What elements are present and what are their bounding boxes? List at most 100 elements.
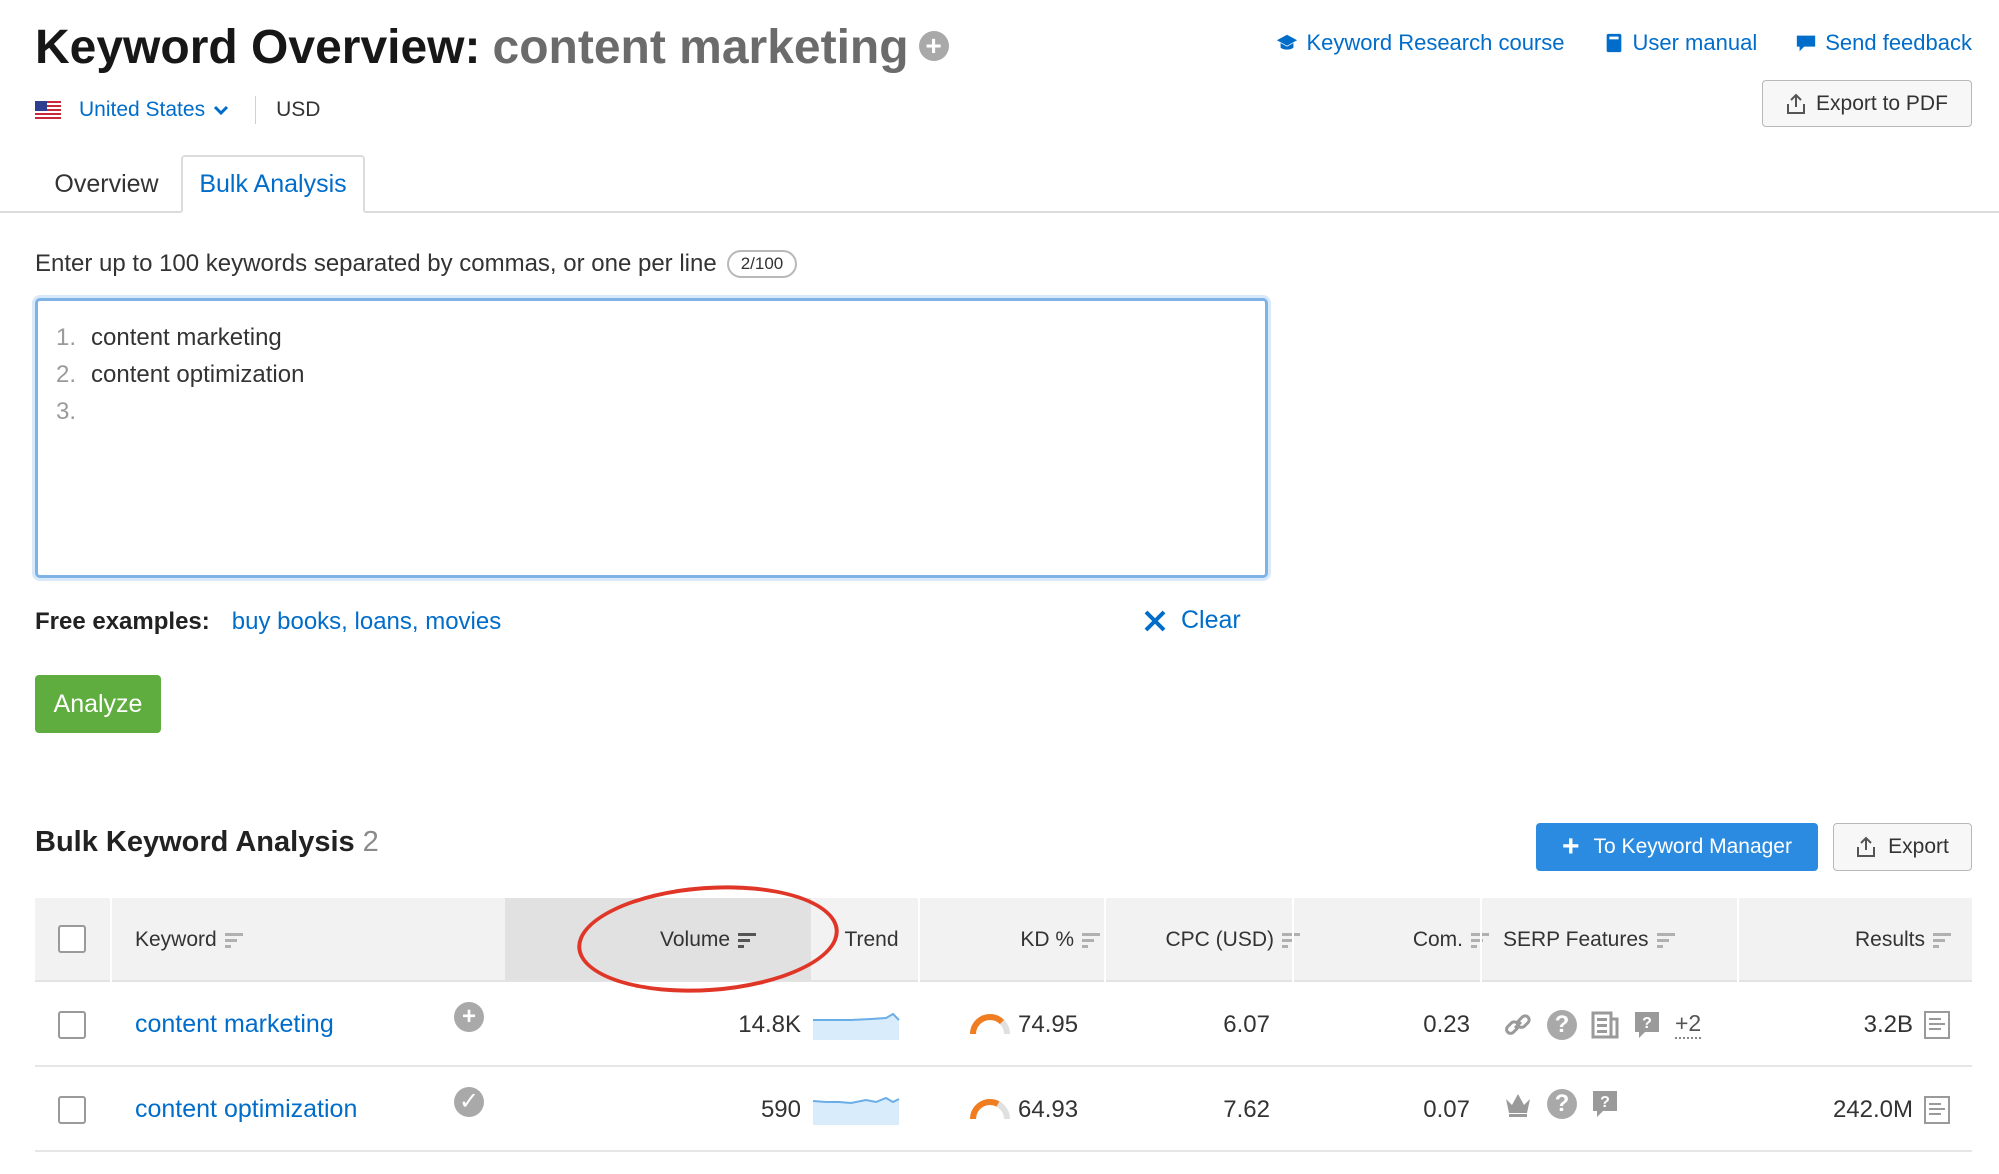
feedback-link-label: Send feedback <box>1825 30 1972 55</box>
top-links: Keyword Research course User manual Send… <box>1276 30 1972 56</box>
keyword-header-label: Keyword <box>135 928 217 951</box>
plus-icon: + <box>1562 830 1580 863</box>
page-title-label: Keyword Overview: <box>35 21 481 74</box>
add-to-list-icon[interactable]: + <box>918 31 949 62</box>
faq-icon[interactable]: ? <box>1591 1089 1619 1119</box>
difficulty-gauge-icon <box>970 1013 1010 1034</box>
tab-overview[interactable]: Overview <box>35 155 178 213</box>
book-icon <box>1606 33 1621 53</box>
chat-bubble-icon <box>1797 35 1816 52</box>
line-number: 1. <box>56 323 77 351</box>
export-pdf-label: Export to PDF <box>1816 91 1948 115</box>
line-number: 2. <box>56 360 77 388</box>
table-row: content marketing + 14.8K 74.95 6.07 0.2… <box>35 982 1972 1067</box>
select-all-checkbox[interactable] <box>58 925 86 953</box>
column-header-cpc[interactable]: CPC (USD) <box>1106 898 1300 982</box>
com-value: 0.07 <box>1423 1095 1470 1123</box>
results-title-label: Bulk Keyword Analysis <box>35 826 355 858</box>
results-title: Bulk Keyword Analysis 2 <box>35 826 379 859</box>
column-header-trend: Trend <box>825 898 918 982</box>
column-header-results[interactable]: Results <box>1739 898 1951 982</box>
user-manual-link[interactable]: User manual <box>1603 30 1758 56</box>
column-header-com[interactable]: Com. <box>1294 898 1489 982</box>
table-row: content optimization ✓ 590 64.93 7.62 0.… <box>35 1067 1972 1152</box>
table-header: Keyword Volume Trend KD % CPC (USD) Com.… <box>35 898 1972 982</box>
svg-text:?: ? <box>1600 1094 1610 1111</box>
sort-icon <box>1933 932 1951 948</box>
trend-sparkline-icon[interactable] <box>811 1008 901 1042</box>
manual-link-label: User manual <box>1632 30 1758 55</box>
add-circle-icon[interactable]: + <box>454 1001 484 1032</box>
column-header-kd[interactable]: KD % <box>920 898 1100 982</box>
sort-icon <box>224 932 243 948</box>
kd-header-label: KD % <box>1020 928 1074 951</box>
keywords-textarea[interactable]: 1. content marketing 2. content optimiza… <box>35 298 1268 578</box>
difficulty-gauge-icon <box>970 1098 1010 1119</box>
to-keyword-manager-button[interactable]: + To Keyword Manager <box>1536 823 1818 871</box>
row-checkbox[interactable] <box>58 1095 86 1124</box>
serp-snapshot-icon[interactable] <box>1923 1010 1951 1040</box>
upload-icon <box>1787 93 1806 114</box>
sort-icon <box>1082 932 1100 948</box>
divider <box>255 96 257 124</box>
country-selector[interactable]: United States <box>35 98 229 122</box>
com-header-label: Com. <box>1412 928 1463 951</box>
serp-more-link[interactable]: +2 <box>1675 1010 1702 1039</box>
export-button[interactable]: Export <box>1833 823 1972 871</box>
us-flag-icon <box>35 101 61 119</box>
currency-label: USD <box>276 98 321 121</box>
keyword-research-course-link[interactable]: Keyword Research course <box>1276 30 1565 56</box>
serp-features: ? ? +2 <box>1503 982 1702 1067</box>
upload-icon <box>1857 836 1876 857</box>
results-value: 3.2B <box>1863 1010 1913 1038</box>
results-value: 242.0M <box>1832 1095 1913 1123</box>
export-pdf-button[interactable]: Export to PDF <box>1762 80 1972 127</box>
column-header-keyword[interactable]: Keyword <box>135 898 243 982</box>
line-text: content marketing <box>91 323 282 351</box>
cpc-value: 6.07 <box>1223 1010 1270 1038</box>
results-header-label: Results <box>1854 928 1925 951</box>
page-title: Keyword Overview: content marketing + <box>35 20 949 75</box>
keyword-link[interactable]: content optimization <box>135 1067 357 1152</box>
send-feedback-link[interactable]: Send feedback <box>1795 30 1972 56</box>
question-icon[interactable]: ? <box>1547 1088 1577 1119</box>
keyword-link[interactable]: content marketing <box>135 982 334 1067</box>
link-icon[interactable] <box>1503 1010 1533 1040</box>
column-divider <box>1480 898 1482 982</box>
volume-value: 590 <box>760 1095 801 1123</box>
question-icon[interactable]: ? <box>1547 1009 1577 1040</box>
country-label: United States <box>79 98 206 121</box>
column-divider <box>110 898 112 982</box>
results-count: 2 <box>362 826 379 858</box>
analyze-button[interactable]: Analyze <box>35 675 161 733</box>
row-checkbox[interactable] <box>58 1010 86 1039</box>
location-row: United States USD <box>35 96 320 124</box>
com-value: 0.23 <box>1423 1010 1470 1038</box>
tab-bulk-analysis[interactable]: Bulk Analysis <box>181 155 365 213</box>
crown-icon[interactable] <box>1503 1089 1533 1119</box>
faq-icon[interactable]: ? <box>1633 1010 1661 1040</box>
serp-snapshot-icon[interactable] <box>1923 1095 1951 1125</box>
free-examples-link[interactable]: buy books, loans, movies <box>232 608 501 636</box>
results-cell: 3.2B <box>1739 982 1951 1067</box>
trend-sparkline-icon[interactable] <box>811 1093 901 1127</box>
clear-label: Clear <box>1181 606 1241 634</box>
instruction-text: Enter up to 100 keywords separated by co… <box>35 250 717 277</box>
to-keyword-manager-label: To Keyword Manager <box>1593 835 1792 858</box>
serp-features: ? ? <box>1503 1061 1619 1146</box>
volume-value: 14.8K <box>738 1010 801 1038</box>
keyword-line: 1. content marketing <box>56 319 1247 356</box>
free-examples: Free examples: buy books, loans, movies <box>35 608 501 636</box>
kd-value: 74.95 <box>1018 1010 1079 1038</box>
graduation-cap-icon <box>1277 34 1298 50</box>
trend-header-label: Trend <box>844 928 899 951</box>
course-link-label: Keyword Research course <box>1306 30 1565 55</box>
column-header-serp-features[interactable]: SERP Features <box>1503 898 1675 982</box>
svg-text:?: ? <box>1642 1015 1652 1032</box>
news-icon[interactable] <box>1591 1010 1619 1040</box>
bulk-instruction: Enter up to 100 keywords separated by co… <box>35 250 798 278</box>
check-circle-icon[interactable]: ✓ <box>454 1086 484 1117</box>
line-number: 3. <box>56 397 77 425</box>
page-title-keyword: content marketing <box>492 21 909 74</box>
clear-button[interactable]: Clear <box>1143 606 1241 635</box>
